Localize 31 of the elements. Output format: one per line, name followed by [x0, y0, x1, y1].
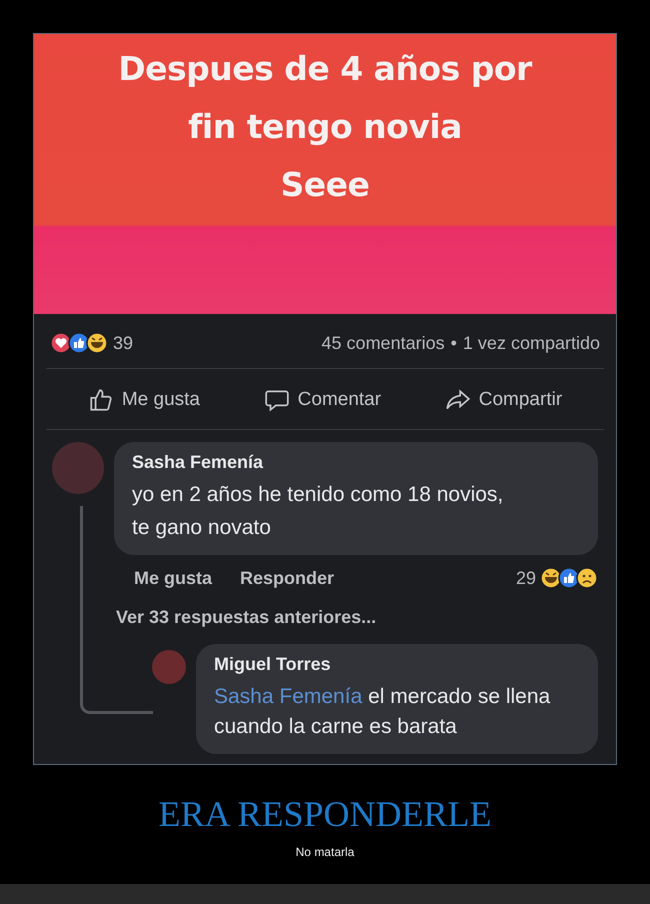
banner-text: Seee — [280, 164, 370, 206]
haha-reaction-icon — [540, 567, 562, 589]
reaction-count: 29 — [516, 568, 536, 588]
comment-author[interactable]: Sasha Femenía — [132, 452, 580, 473]
mention-link[interactable]: Sasha Femenía — [214, 685, 362, 708]
shares-count[interactable]: 1 vez compartido — [462, 332, 600, 354]
separator-dot: • — [450, 332, 457, 354]
comment-text: yo en 2 años he tenido como 18 novios, — [132, 482, 504, 508]
comment-action-button[interactable]: Comentar — [264, 387, 382, 413]
comments-count[interactable]: 45 comentarios — [322, 332, 445, 354]
user-avatar[interactable] — [152, 650, 186, 684]
like-reaction-icon — [68, 332, 90, 354]
reply-author[interactable]: Miguel Torres — [214, 654, 580, 675]
reply-link[interactable]: Responder — [240, 568, 334, 588]
like-link[interactable]: Me gusta — [134, 568, 212, 588]
caption-subtitle: No matarla — [296, 845, 354, 859]
thumbs-up-icon — [88, 387, 114, 413]
user-avatar[interactable] — [52, 442, 104, 494]
like-action-button[interactable]: Me gusta — [88, 387, 200, 413]
like-reaction-icon — [558, 567, 580, 589]
view-previous-replies-link[interactable]: Ver 33 respuestas anteriores... — [116, 607, 376, 628]
comment-text: te gano novato — [132, 515, 272, 541]
haha-reaction-icon — [86, 332, 108, 354]
reply-text: Sasha Femenía el mercado se llena cuando la carne es barata — [214, 684, 552, 740]
share-action-button[interactable]: Compartir — [444, 387, 562, 413]
reaction-count: 39 — [113, 332, 134, 354]
love-reaction-icon — [50, 332, 72, 354]
banner-text: Despues de 4 años por — [118, 48, 532, 90]
sad-reaction-icon — [576, 567, 598, 589]
banner-text: fin tengo novia — [188, 106, 462, 148]
caption-title: ERA RESPONDERLE — [158, 793, 492, 835]
